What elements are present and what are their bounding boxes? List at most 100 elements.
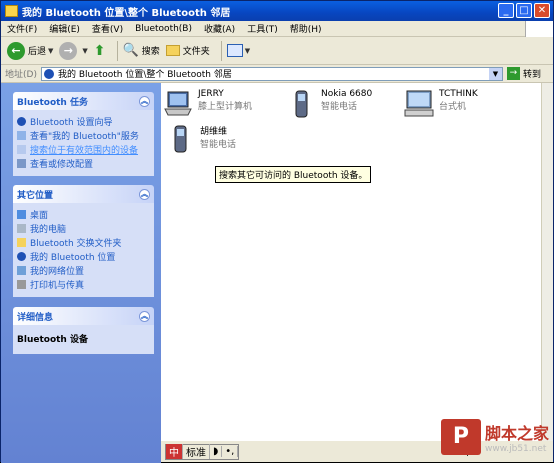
search-button[interactable]: 🔍 搜索 — [123, 43, 160, 58]
folder-icon — [165, 45, 180, 56]
ime-punct[interactable]: •, — [222, 446, 239, 457]
details-title: 详细信息 — [17, 312, 54, 323]
vertical-scrollbar[interactable] — [541, 83, 553, 441]
task-search-devices[interactable]: 搜索位于有效范围内的设备 — [17, 142, 150, 156]
search-label: 搜索 — [141, 47, 160, 57]
menu-bluetooth[interactable]: Bluetooth(B) — [129, 24, 198, 34]
place-exchange-folder[interactable]: Bluetooth 交换文件夹 — [17, 235, 150, 249]
details-box: 详细信息 ︽ Bluetooth 设备 — [13, 307, 154, 354]
device-type: 台式机 — [439, 102, 467, 112]
search-devices-icon — [17, 144, 26, 154]
device-type: 智能电话 — [200, 140, 237, 150]
address-bar: 地址(D) 我的 Bluetooth 位置\整个 Bluetooth 邻居 ▼ … — [1, 65, 553, 83]
go-button[interactable]: → 转到 — [506, 67, 541, 80]
ime-logo-icon: 中 — [166, 444, 183, 459]
toolbar: ← 后退 ▼ → ▼ ⬆ 🔍 搜索 文件夹 ▼ — [1, 37, 553, 65]
place-label: 打印机与传真 — [30, 280, 85, 291]
place-label: Bluetooth 交换文件夹 — [30, 238, 122, 249]
ime-shape[interactable]: ◗ — [210, 446, 223, 457]
menu-view[interactable]: 查看(V) — [86, 22, 129, 35]
collapse-icon[interactable]: ︽ — [139, 95, 150, 107]
device-list: JERRY 膝上型计算机 Nokia 6680 智能电话 TCTHINK 台式机… — [161, 83, 541, 441]
close-button[interactable]: ✕ — [534, 3, 550, 18]
address-input[interactable]: 我的 Bluetooth 位置\整个 Bluetooth 邻居 ▼ — [40, 66, 503, 81]
views-button[interactable]: ▼ — [226, 44, 250, 57]
ime-toolbar[interactable]: 中 标准 ◗ •, — [165, 443, 240, 460]
chevron-down-icon[interactable]: ▼ — [82, 47, 87, 55]
bluetooth-tasks-header[interactable]: Bluetooth 任务 ︽ — [13, 92, 154, 110]
watermark-url: www.jb51.net — [484, 444, 547, 454]
task-label: 查看或修改配置 — [30, 159, 94, 170]
task-setup-wizard[interactable]: Bluetooth 设置向导 — [17, 114, 150, 128]
place-label: 我的 Bluetooth 位置 — [30, 252, 116, 263]
bluetooth-tasks-box: Bluetooth 任务 ︽ Bluetooth 设置向导 查看"我的 Blue… — [13, 92, 154, 176]
folder-icon — [5, 5, 18, 17]
other-places-header[interactable]: 其它位置 ︽ — [13, 185, 154, 203]
up-button[interactable]: ⬆ — [94, 43, 106, 59]
place-network[interactable]: 我的网络位置 — [17, 263, 150, 277]
place-my-computer[interactable]: 我的电脑 — [17, 221, 150, 235]
details-header[interactable]: 详细信息 ︽ — [13, 307, 154, 325]
address-dropdown-button[interactable]: ▼ — [488, 67, 502, 80]
chevron-down-icon[interactable]: ▼ — [245, 47, 250, 55]
device-name: Nokia 6680 — [321, 89, 373, 99]
task-view-services[interactable]: 查看"我的 Bluetooth"服务 — [17, 128, 150, 142]
bluetooth-icon — [17, 251, 26, 261]
address-label: 地址(D) — [5, 70, 37, 80]
device-item[interactable]: 胡维维 智能电话 — [165, 124, 236, 154]
device-item[interactable]: TCTHINK 台式机 — [404, 89, 478, 119]
forward-button[interactable]: → ▼ — [59, 41, 88, 60]
details-text: Bluetooth 设备 — [17, 335, 88, 345]
toolbar-separator — [116, 40, 118, 61]
go-arrow-icon: → — [506, 67, 520, 80]
menu-tools[interactable]: 工具(T) — [241, 22, 284, 35]
place-my-bluetooth[interactable]: 我的 Bluetooth 位置 — [17, 249, 150, 263]
menu-help[interactable]: 帮助(H) — [284, 22, 328, 35]
menu-favorites[interactable]: 收藏(A) — [198, 22, 241, 35]
watermark: P 脚本之家 www.jb51.net — [440, 419, 549, 455]
computer-icon — [17, 223, 26, 233]
device-name: TCTHINK — [439, 89, 478, 99]
task-view-config[interactable]: 查看或修改配置 — [17, 156, 150, 170]
task-label: 查看"我的 Bluetooth"服务 — [30, 131, 139, 142]
chevron-down-icon[interactable]: ▼ — [48, 47, 53, 55]
task-label: 搜索位于有效范围内的设备 — [30, 145, 139, 156]
place-printers[interactable]: 打印机与传真 — [17, 277, 150, 291]
back-button[interactable]: ← 后退 ▼ — [7, 41, 53, 60]
collapse-icon[interactable]: ︽ — [139, 310, 150, 322]
bluetooth-tasks-title: Bluetooth 任务 — [17, 97, 88, 108]
desktop-icon — [404, 90, 434, 117]
other-places-box: 其它位置 ︽ 桌面 我的电脑 Bluetooth 交换文件夹 我的 Blueto… — [13, 185, 154, 297]
place-label: 桌面 — [30, 210, 49, 221]
place-desktop[interactable]: 桌面 — [17, 207, 150, 221]
device-item[interactable]: Nokia 6680 智能电话 — [286, 89, 372, 119]
menu-bar: 文件(F) 编辑(E) 查看(V) Bluetooth(B) 收藏(A) 工具(… — [1, 21, 553, 37]
phone-icon — [174, 125, 187, 153]
bluetooth-icon — [43, 68, 54, 79]
maximize-button[interactable]: □ — [516, 3, 532, 18]
ime-mode[interactable]: 标准 — [183, 444, 210, 459]
device-type: 智能电话 — [321, 102, 358, 112]
bluetooth-icon — [17, 116, 26, 126]
watermark-logo: P — [440, 419, 481, 455]
other-places-title: 其它位置 — [17, 190, 54, 201]
title-bar[interactable]: 我的 Bluetooth 位置\整个 Bluetooth 邻居 _ □ ✕ — [1, 1, 553, 21]
folders-button[interactable]: 文件夹 — [165, 44, 210, 57]
collapse-icon[interactable]: ︽ — [139, 188, 150, 200]
config-icon — [17, 158, 26, 168]
device-item[interactable]: JERRY 膝上型计算机 — [163, 89, 252, 119]
watermark-text: 脚本之家 — [484, 424, 549, 443]
menu-edit[interactable]: 编辑(E) — [43, 22, 86, 35]
minimize-button[interactable]: _ — [498, 3, 514, 18]
network-icon — [17, 265, 26, 275]
address-value: 我的 Bluetooth 位置\整个 Bluetooth 邻居 — [57, 70, 232, 80]
device-name: 胡维维 — [200, 127, 228, 137]
menu-file[interactable]: 文件(F) — [1, 22, 43, 35]
device-type: 膝上型计算机 — [198, 102, 253, 112]
window-title: 我的 Bluetooth 位置\整个 Bluetooth 邻居 — [22, 7, 231, 19]
views-icon — [226, 44, 243, 57]
place-label: 我的网络位置 — [30, 266, 85, 277]
forward-arrow-icon: → — [59, 41, 78, 60]
task-label: Bluetooth 设置向导 — [30, 117, 113, 128]
device-name: JERRY — [198, 89, 224, 99]
